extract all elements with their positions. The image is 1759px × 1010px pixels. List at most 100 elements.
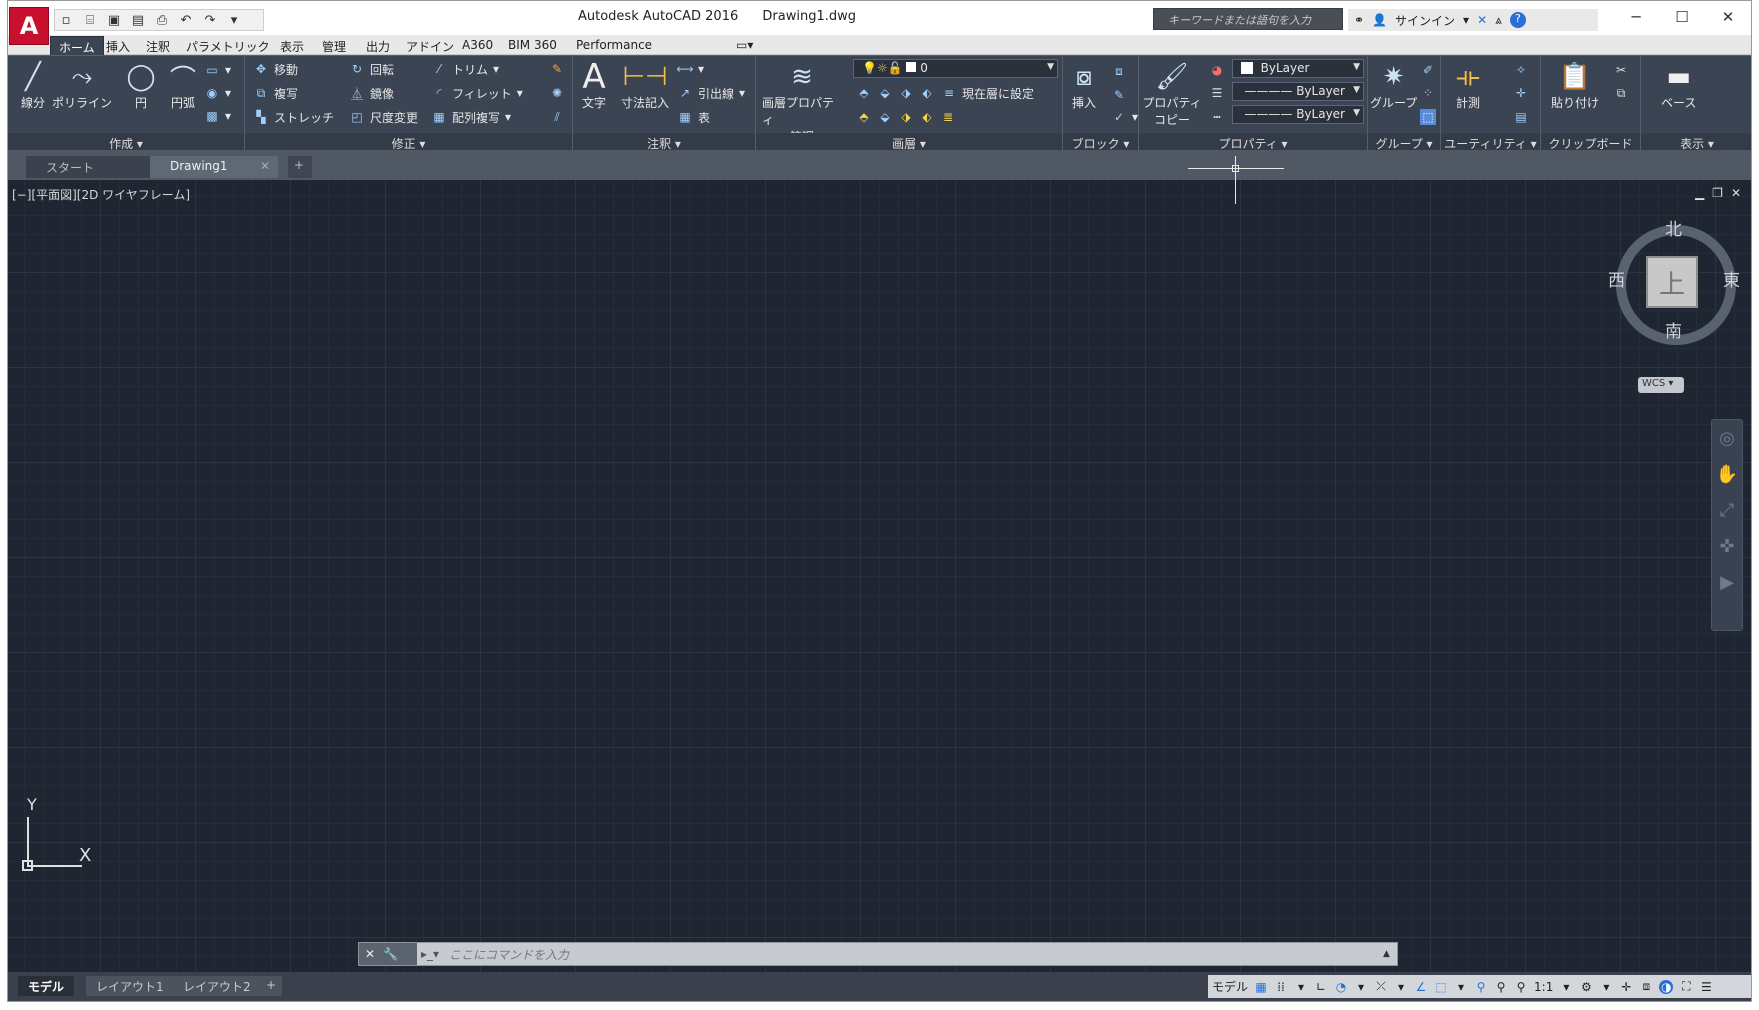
steering-wheel-icon[interactable]: ◎ <box>1712 420 1742 456</box>
tab-layout1[interactable]: レイアウト1 <box>86 976 174 996</box>
erase-button[interactable]: ✎ <box>549 58 565 80</box>
add-layout-button[interactable]: + <box>260 976 283 996</box>
panel-modify-label[interactable]: 修正 ▾ <box>245 133 572 151</box>
trim-button[interactable]: ⁄ トリム ▾ <box>431 58 499 80</box>
compass-north[interactable]: 北 <box>1665 215 1682 240</box>
tab-performance[interactable]: Performance <box>568 36 660 55</box>
tab-annotate[interactable]: 注釈 <box>138 36 178 55</box>
viewport-restore-icon[interactable]: ❐ <box>1712 186 1723 200</box>
viewcube-face-top[interactable]: 上 <box>1646 256 1698 308</box>
copy-button[interactable]: ⧉ 複写 <box>253 82 298 104</box>
group-button[interactable]: ✷ グループ <box>1370 60 1417 111</box>
tab-manage[interactable]: 管理 <box>314 36 354 55</box>
circle-button[interactable]: ◯ 円 <box>124 60 158 111</box>
create-block-button[interactable]: ⧈ <box>1111 60 1127 82</box>
maximize-icon[interactable]: ☐ <box>1659 1 1705 33</box>
tab-output[interactable]: 出力 <box>358 36 398 55</box>
offset-button[interactable]: ⫽ <box>549 106 565 128</box>
user-icon[interactable]: 👤 <box>1372 13 1387 27</box>
close-command-icon[interactable]: ✕ <box>365 947 375 961</box>
linetype-dropdown[interactable]: ———— ByLayer ▼ <box>1232 105 1364 124</box>
chevron-down-icon[interactable]: ▾ <box>1599 980 1613 994</box>
ungroup-button[interactable]: ✐ <box>1420 59 1436 81</box>
panel-view-label[interactable]: 表示 ▾ <box>1641 133 1751 151</box>
customize-icon[interactable]: ▾ <box>223 11 245 29</box>
redo-icon[interactable]: ↷ <box>199 11 221 29</box>
new-icon[interactable]: ▫ <box>55 11 77 29</box>
base-view-button[interactable]: ▬ ベース <box>1661 60 1696 111</box>
group-select-button[interactable]: ⬚ <box>1420 106 1436 128</box>
chevron-down-icon[interactable]: ▾ <box>1463 13 1469 27</box>
layer-tools-row1[interactable]: ⬘ ⬙ ⬗ ⬖ <box>856 82 935 104</box>
open-icon[interactable]: ⌸ <box>79 11 101 29</box>
text-button[interactable]: A 文字 <box>577 57 611 111</box>
tab-bim360[interactable]: BIM 360 <box>500 36 565 55</box>
panel-utilities-label[interactable]: ユーティリティ ▾ <box>1441 133 1540 151</box>
polyline-button[interactable]: ⤳ ポリライン <box>52 60 112 111</box>
isodraft-icon[interactable]: ⤫ <box>1374 979 1388 994</box>
edit-block-button[interactable]: ✎ <box>1111 84 1127 106</box>
viewport-close-icon[interactable]: ✕ <box>1731 186 1741 200</box>
viewport-controls-label[interactable]: [−][平面図][2D ワイヤフレーム] <box>12 186 190 203</box>
line-button[interactable]: ╱ 線分 <box>16 60 50 111</box>
tab-drawing1[interactable]: Drawing1 ✕ <box>150 156 278 178</box>
save-icon[interactable]: ▣ <box>103 11 125 29</box>
search-input[interactable]: キーワードまたは語句を入力 <box>1153 8 1343 30</box>
panel-clipboard-label[interactable]: クリップボード <box>1541 133 1640 151</box>
linear-dim-button[interactable]: ⟷ ▾ <box>676 58 704 80</box>
measure-button[interactable]: ⟛ 計測 <box>1451 60 1485 111</box>
object-snap-tracking-icon[interactable]: ∠ <box>1414 980 1428 994</box>
workspace-gear-icon[interactable]: ⚙ <box>1579 980 1593 994</box>
rotate-button[interactable]: ↻ 回転 <box>349 58 394 80</box>
arc-button[interactable]: ⌒ 円弧 <box>166 60 200 111</box>
lineweight-dropdown[interactable]: ———— ByLayer ▼ <box>1232 82 1364 101</box>
tab-start[interactable]: スタート <box>26 156 156 178</box>
dimension-button[interactable]: ⊢⊣ 寸法記入 <box>621 60 669 111</box>
ribbon-toggle-icon[interactable]: ▭▾ <box>728 36 761 55</box>
new-tab-button[interactable]: + <box>288 156 312 178</box>
scale-button[interactable]: ◰ 尺度変更 <box>349 106 418 128</box>
signin-button[interactable]: サインイン <box>1395 12 1455 29</box>
print-icon[interactable]: ⎙ <box>151 11 173 29</box>
minimize-icon[interactable]: ─ <box>1613 1 1659 33</box>
panel-groups-label[interactable]: グループ ▾ <box>1368 133 1440 151</box>
panel-draw-label[interactable]: 作成 ▾ <box>8 133 244 151</box>
mirror-button[interactable]: ⏅ 鏡像 <box>349 82 394 104</box>
saveas-icon[interactable]: ▤ <box>127 11 149 29</box>
compass-east[interactable]: 東 <box>1723 266 1740 291</box>
layer-tools-row2[interactable]: ⬘ ⬙ ⬗ ⬖ ≣ <box>856 106 956 128</box>
close-tab-icon[interactable]: ✕ <box>260 159 270 173</box>
move-button[interactable]: ✥ 移動 <box>253 58 298 80</box>
fillet-button[interactable]: ◜ フィレット ▾ <box>431 82 523 104</box>
viewport-minimize-icon[interactable]: ▁ <box>1695 186 1704 200</box>
object-snap-icon[interactable]: ⬚ <box>1434 980 1448 994</box>
compass-south[interactable]: 南 <box>1665 317 1682 342</box>
table-button[interactable]: ▦ 表 <box>677 106 710 128</box>
chevron-down-icon[interactable]: ▾ <box>1294 980 1308 994</box>
isolate-objects-icon[interactable]: ◑ <box>1659 979 1674 994</box>
close-icon[interactable]: ✕ <box>1705 1 1751 33</box>
set-current-button[interactable]: ≡ 現在層に設定 <box>941 82 1034 104</box>
annotation-monitor-icon[interactable]: ✛ <box>1619 980 1633 994</box>
block-attr-button[interactable]: ✓ ▾ <box>1111 106 1138 128</box>
copy-clip-button[interactable]: ⧉ <box>1613 82 1629 104</box>
tab-addins[interactable]: アドイン <box>398 36 462 55</box>
stretch-button[interactable]: ▚ ストレッチ <box>253 106 334 128</box>
chevron-down-icon[interactable]: ▾ <box>1454 980 1468 994</box>
insert-block-button[interactable]: ⧇ 挿入 <box>1067 60 1101 111</box>
quick-select-button[interactable]: ✧ <box>1513 59 1529 81</box>
match-properties-button[interactable]: 🖌 プロパティ コピー <box>1141 60 1203 128</box>
showmotion-icon[interactable]: ▶ <box>1712 564 1742 600</box>
color-dropdown[interactable]: ByLayer ▼ <box>1232 59 1364 78</box>
zoom-extents-icon[interactable]: ⤢ <box>1712 492 1742 528</box>
tab-home[interactable]: ホーム <box>50 36 104 55</box>
panel-properties-label[interactable]: プロパティ ▾ <box>1139 133 1367 151</box>
grid-icon[interactable]: ▦ <box>1254 980 1268 994</box>
layer-dropdown[interactable]: 💡☼🔓 0 ▼ <box>853 59 1058 78</box>
rectangle-button[interactable]: ▭ ▾ <box>204 59 231 81</box>
leader-button[interactable]: ↗ 引出線 ▾ <box>677 82 745 104</box>
calculator-button[interactable]: ▤ <box>1513 106 1529 128</box>
hatch-button[interactable]: ▩ ▾ <box>204 105 231 127</box>
scale-dropdown[interactable]: 1:1 <box>1534 980 1553 994</box>
panel-annotation-label[interactable]: 注釈 ▾ <box>573 133 755 151</box>
